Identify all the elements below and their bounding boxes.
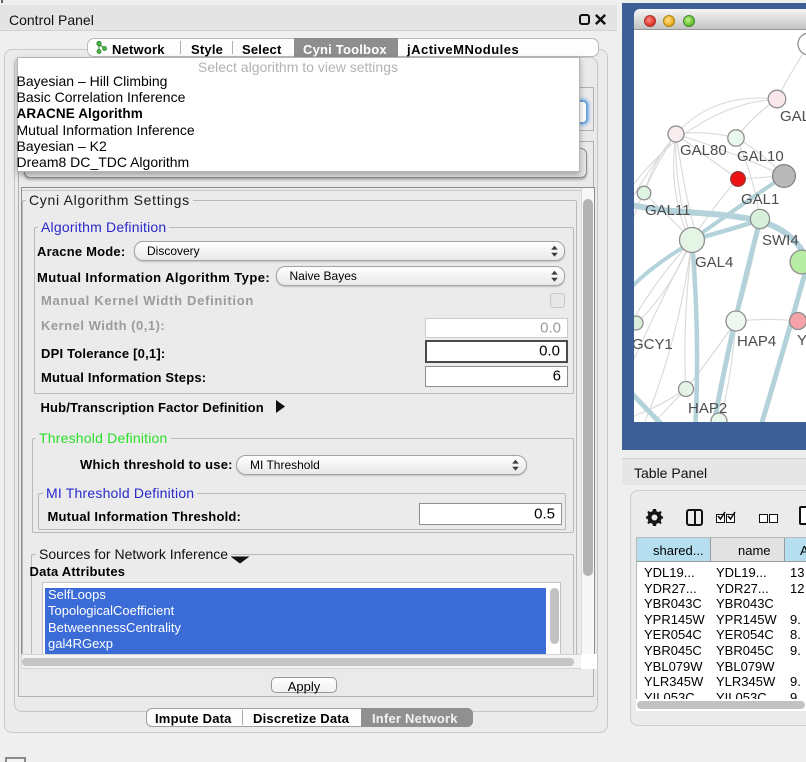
svg-text:HAP2: HAP2 bbox=[688, 400, 727, 417]
svg-text:GAL4: GAL4 bbox=[695, 254, 733, 271]
svg-text:GAL1: GAL1 bbox=[741, 191, 779, 208]
svg-text:SWI4: SWI4 bbox=[762, 232, 799, 249]
svg-text:Y: Y bbox=[797, 332, 806, 349]
svg-text:HAP4: HAP4 bbox=[737, 333, 776, 350]
svg-text:GAL7: GAL7 bbox=[780, 108, 806, 125]
svg-text:GCY1: GCY1 bbox=[634, 336, 673, 353]
svg-text:GAL10: GAL10 bbox=[737, 148, 784, 165]
svg-text:GAL80: GAL80 bbox=[680, 142, 727, 159]
svg-text:GAL11: GAL11 bbox=[645, 202, 691, 219]
